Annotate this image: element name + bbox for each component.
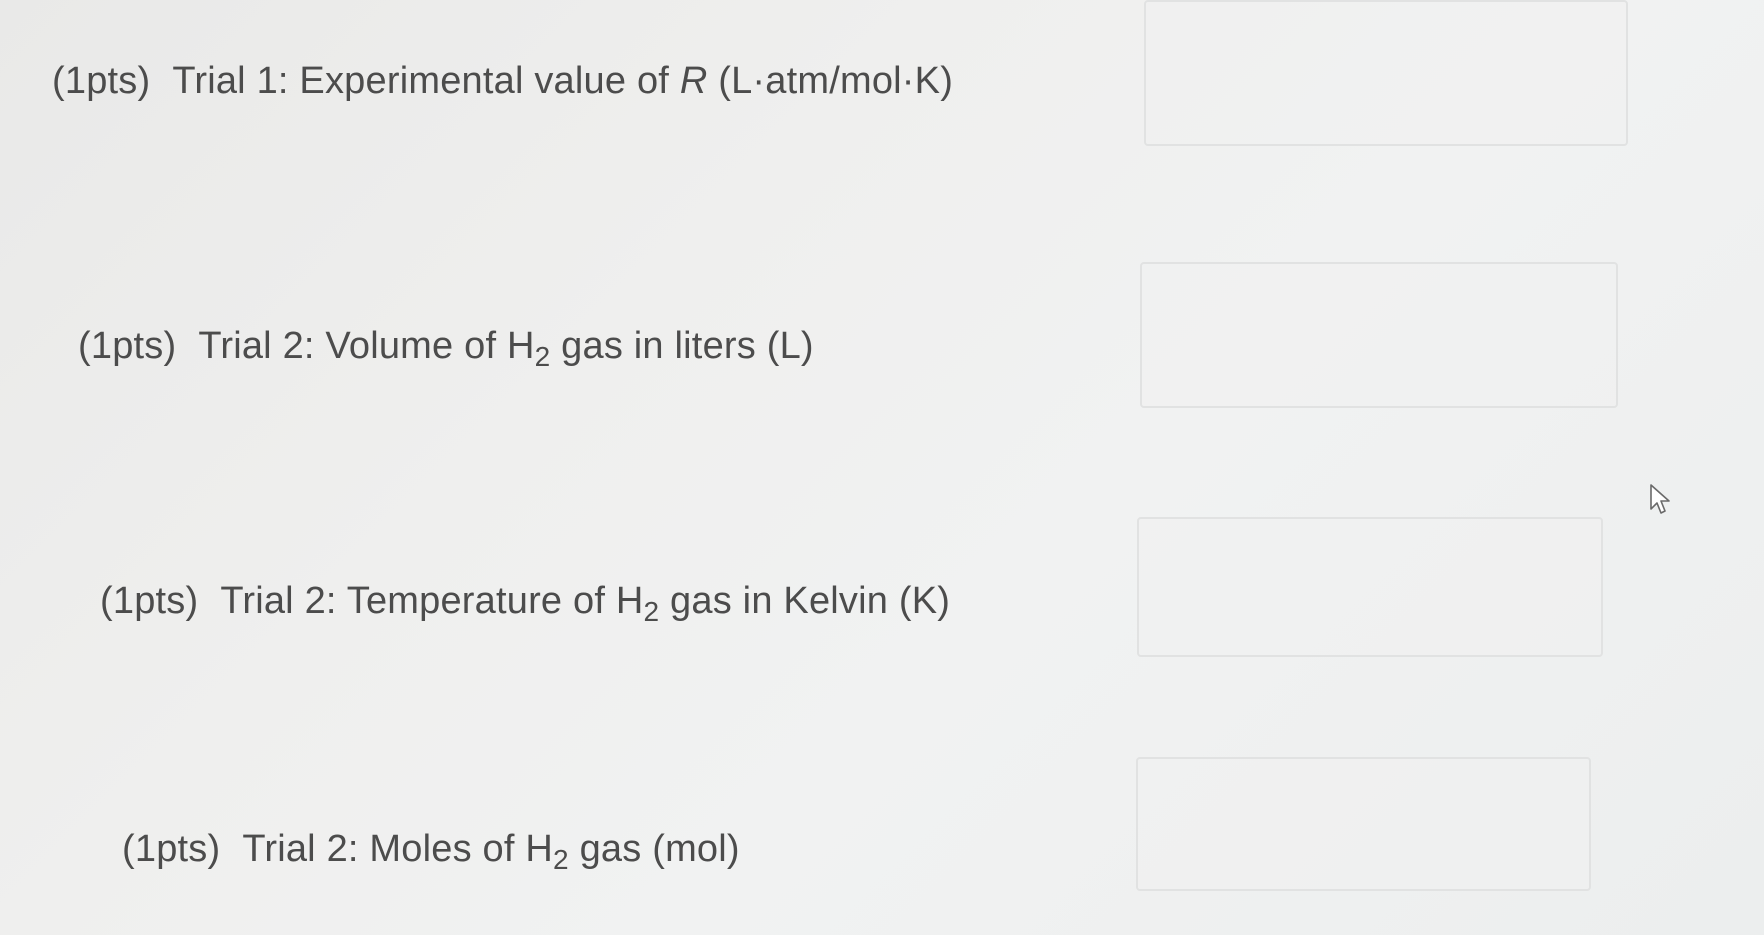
question-units: gas in Kelvin (K)	[659, 580, 951, 622]
question-2-label: (1pts) Trial 2: Volume of H2 gas in liter…	[78, 325, 814, 371]
question-units: gas (mol)	[568, 828, 740, 870]
question-units: (L·atm/mol·K)	[707, 60, 954, 102]
subscript: 2	[643, 596, 660, 627]
question-4-label: (1pts) Trial 2: Moles of H2 gas (mol)	[122, 828, 740, 874]
points-label: (1pts)	[52, 60, 151, 102]
subscript: 2	[534, 341, 551, 372]
question-units: gas in liters (L)	[550, 325, 814, 367]
points-label: (1pts)	[122, 828, 221, 870]
question-text: Trial 1: Experimental value of	[172, 60, 680, 102]
points-label: (1pts)	[100, 580, 199, 622]
variable-r: R	[679, 60, 708, 102]
question-text: Trial 2: Temperature of H	[220, 580, 644, 622]
answer-input-2[interactable]	[1140, 262, 1618, 408]
answer-input-3[interactable]	[1137, 517, 1603, 657]
answer-input-4[interactable]	[1136, 757, 1591, 891]
question-1-label: (1pts) Trial 1: Experimental value of R (…	[52, 60, 953, 103]
question-text: Trial 2: Volume of H	[198, 325, 535, 367]
question-3-label: (1pts) Trial 2: Temperature of H2 gas in …	[100, 580, 951, 626]
points-label: (1pts)	[78, 325, 177, 367]
mouse-pointer-icon	[1650, 484, 1670, 514]
subscript: 2	[553, 844, 569, 875]
question-text: Trial 2: Moles of H	[242, 828, 554, 870]
answer-input-1[interactable]	[1144, 0, 1628, 146]
